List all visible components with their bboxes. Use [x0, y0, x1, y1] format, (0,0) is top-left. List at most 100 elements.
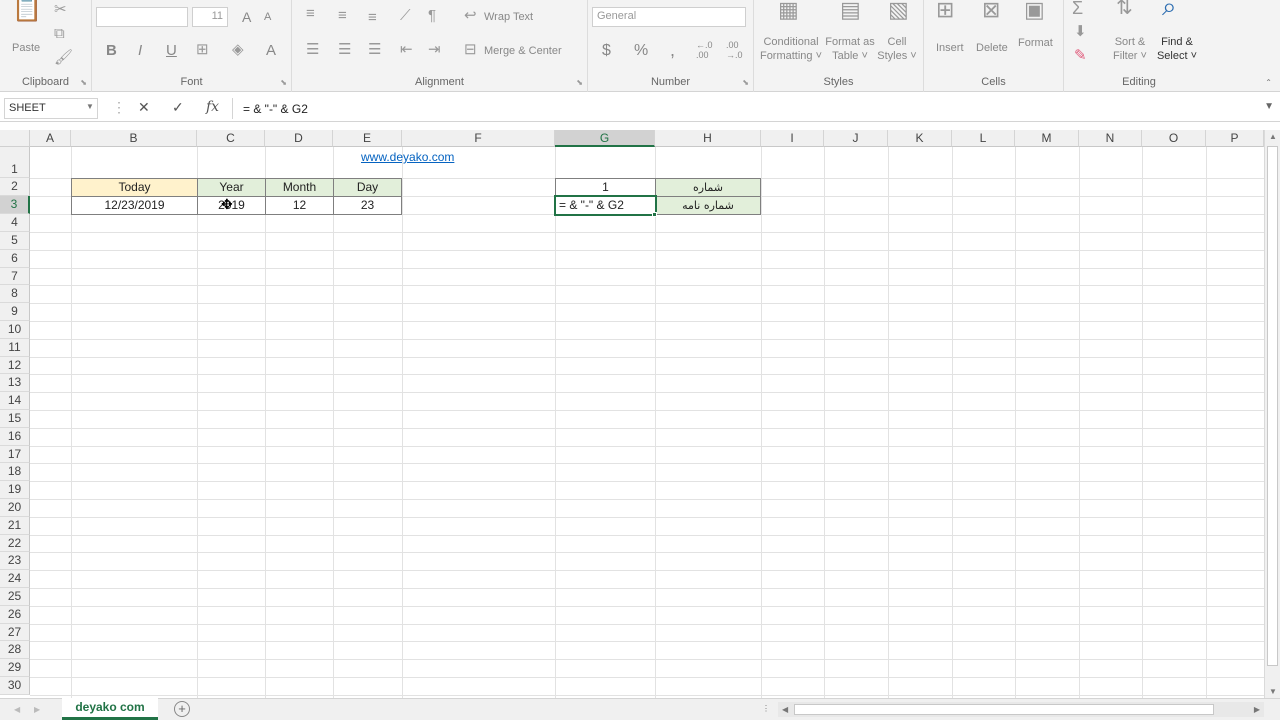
- decrease-indent-icon[interactable]: ⇤: [400, 42, 413, 58]
- sheet-tab-deyako[interactable]: deyako com: [62, 698, 158, 720]
- row-header-21[interactable]: 21: [0, 517, 30, 535]
- cell-d2[interactable]: Month: [265, 178, 334, 197]
- website-link[interactable]: www.deyako.com: [361, 150, 454, 164]
- font-launcher-icon[interactable]: ⬊: [280, 78, 287, 87]
- number-format-dropdown[interactable]: General: [592, 7, 746, 27]
- format-as-table-button[interactable]: Format as Table ˅: [824, 35, 876, 63]
- cell-b2[interactable]: Today: [71, 178, 198, 197]
- collapse-ribbon-icon[interactable]: ⌃: [1265, 78, 1272, 87]
- sheet-prev-icon[interactable]: ◀: [14, 705, 20, 714]
- currency-button[interactable]: $: [602, 42, 611, 60]
- row-header-5[interactable]: 5: [0, 232, 30, 250]
- middle-align-icon[interactable]: ≡: [338, 8, 347, 24]
- comma-button[interactable]: ,: [670, 40, 675, 61]
- cell-styles-icon[interactable]: ▧: [888, 0, 909, 21]
- increase-indent-icon[interactable]: ⇥: [428, 42, 441, 58]
- row-header-10[interactable]: 10: [0, 321, 30, 339]
- font-size-dropdown[interactable]: 11: [192, 7, 228, 27]
- row-header-6[interactable]: 6: [0, 250, 30, 268]
- column-header-a[interactable]: A: [30, 130, 71, 147]
- top-align-icon[interactable]: ≡: [306, 6, 315, 22]
- percent-button[interactable]: %: [634, 42, 648, 60]
- column-header-p[interactable]: P: [1206, 130, 1264, 147]
- row-header-20[interactable]: 20: [0, 499, 30, 517]
- column-header-o[interactable]: O: [1142, 130, 1206, 147]
- clipboard-launcher-icon[interactable]: ⬊: [80, 78, 87, 87]
- column-header-e[interactable]: E: [333, 130, 402, 147]
- orientation-icon[interactable]: ⟋: [400, 8, 411, 24]
- column-header-g[interactable]: G: [555, 130, 655, 147]
- row-header-25[interactable]: 25: [0, 588, 30, 606]
- wrap-text-icon[interactable]: ↩: [464, 8, 477, 24]
- paragraph-direction-icon[interactable]: ¶: [428, 8, 436, 24]
- horizontal-scroll-thumb[interactable]: [794, 704, 1214, 715]
- delete-icon[interactable]: ⊠: [982, 0, 1000, 21]
- scroll-right-icon[interactable]: ▶: [1254, 705, 1260, 714]
- insert-function-icon[interactable]: fx: [206, 99, 219, 115]
- autosum-icon[interactable]: Σ: [1072, 0, 1083, 17]
- column-header-n[interactable]: N: [1079, 130, 1142, 147]
- insert-button[interactable]: Insert: [936, 42, 964, 54]
- find-select-icon[interactable]: ⌕: [1162, 0, 1177, 19]
- find-select-button[interactable]: Find & Select ˅: [1152, 35, 1202, 63]
- column-header-k[interactable]: K: [888, 130, 952, 147]
- fill-handle[interactable]: [652, 212, 657, 217]
- row-header-17[interactable]: 17: [0, 446, 30, 463]
- row-header-15[interactable]: 15: [0, 410, 30, 428]
- row-header-14[interactable]: 14: [0, 392, 30, 410]
- row-header-22[interactable]: 22: [0, 535, 30, 552]
- cancel-icon[interactable]: ✕: [138, 99, 150, 116]
- format-painter-icon[interactable]: 🖌: [54, 50, 73, 66]
- column-header-m[interactable]: M: [1015, 130, 1079, 147]
- italic-button[interactable]: I: [138, 42, 142, 59]
- conditional-formatting-button[interactable]: Conditional Formatting ˅: [756, 35, 826, 63]
- sheet-next-icon[interactable]: ▶: [34, 705, 40, 714]
- row-header-27[interactable]: 27: [0, 624, 30, 641]
- column-header-j[interactable]: J: [824, 130, 888, 147]
- format-as-table-icon[interactable]: ▤: [840, 0, 861, 21]
- borders-icon[interactable]: ⊞: [196, 42, 209, 58]
- column-header-f[interactable]: F: [402, 130, 555, 147]
- row-header-28[interactable]: 28: [0, 641, 30, 659]
- sort-filter-button[interactable]: Sort & Filter ˅: [1108, 35, 1152, 63]
- worksheet-grid[interactable]: A B C D E F G H I J K L M N O P 1 2 3 4 …: [0, 130, 1264, 698]
- cell-d3[interactable]: 12: [265, 196, 334, 215]
- sort-filter-icon[interactable]: ⇅: [1116, 0, 1133, 18]
- bottom-align-icon[interactable]: ≡: [368, 10, 377, 26]
- row-header-23[interactable]: 23: [0, 552, 30, 570]
- select-all-corner[interactable]: [0, 130, 30, 147]
- row-header-18[interactable]: 18: [0, 463, 30, 481]
- row-header-8[interactable]: 8: [0, 285, 30, 303]
- row-header-16[interactable]: 16: [0, 428, 30, 446]
- row-header-12[interactable]: 12: [0, 357, 30, 374]
- conditional-formatting-icon[interactable]: ▦: [778, 0, 799, 21]
- copy-icon[interactable]: ⧉: [54, 26, 65, 42]
- number-launcher-icon[interactable]: ⬊: [742, 78, 749, 87]
- tab-split-icon[interactable]: ⋮: [762, 704, 770, 713]
- enter-icon[interactable]: ✓: [172, 99, 184, 116]
- scroll-down-icon[interactable]: ▼: [1269, 687, 1277, 696]
- format-button[interactable]: Format: [1018, 37, 1053, 49]
- vertical-scroll-thumb[interactable]: [1267, 146, 1278, 666]
- column-header-l[interactable]: L: [952, 130, 1015, 147]
- wrap-text-button[interactable]: Wrap Text: [484, 11, 533, 23]
- paste-icon[interactable]: 📋: [12, 0, 42, 22]
- expand-formula-bar-icon[interactable]: ▼: [1264, 101, 1274, 112]
- row-header-11[interactable]: 11: [0, 339, 30, 357]
- add-sheet-button[interactable]: +: [174, 701, 190, 717]
- name-box[interactable]: SHEET: [4, 98, 98, 119]
- font-color-button[interactable]: A: [266, 42, 276, 59]
- column-header-h[interactable]: H: [655, 130, 761, 147]
- column-header-i[interactable]: I: [761, 130, 824, 147]
- alignment-launcher-icon[interactable]: ⬊: [576, 78, 583, 87]
- cell-c2[interactable]: Year: [197, 178, 266, 197]
- paste-button[interactable]: Paste: [12, 42, 40, 54]
- cell-h3[interactable]: شماره نامه: [655, 196, 761, 215]
- bold-button[interactable]: B: [106, 42, 117, 59]
- scroll-up-icon[interactable]: ▲: [1269, 132, 1277, 141]
- row-header-13[interactable]: 13: [0, 374, 30, 392]
- shrink-font-button[interactable]: A: [264, 11, 271, 23]
- column-header-c[interactable]: C: [197, 130, 265, 147]
- merge-center-button[interactable]: Merge & Center: [484, 45, 562, 57]
- name-box-dropdown-icon[interactable]: ▼: [86, 102, 94, 111]
